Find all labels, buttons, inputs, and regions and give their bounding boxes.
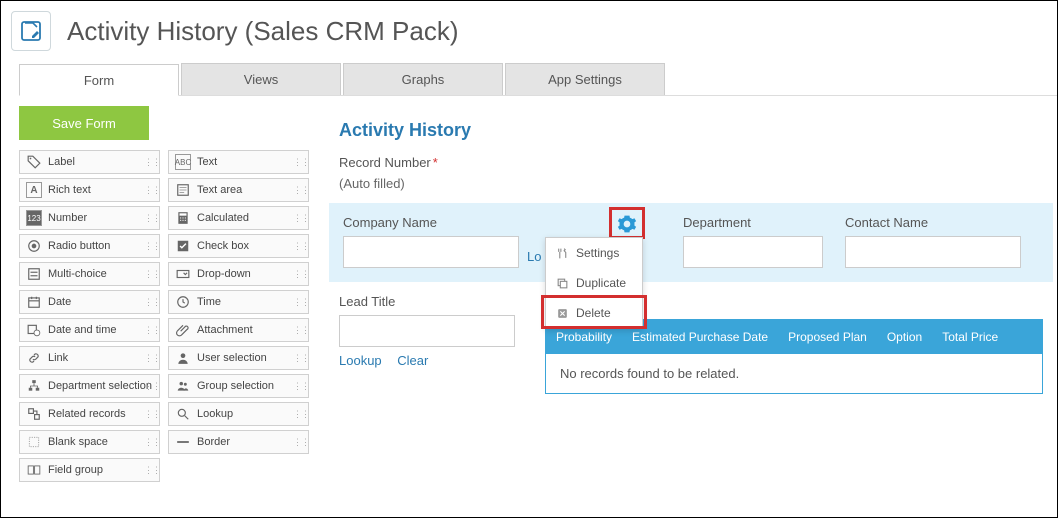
auto-filled-text: (Auto filled) xyxy=(339,176,1043,191)
palette-related-records[interactable]: Related records⋮⋮ xyxy=(19,402,160,426)
col-probability[interactable]: Probability xyxy=(546,330,622,344)
textarea-icon xyxy=(175,182,191,198)
palette-calculated[interactable]: Calculated⋮⋮ xyxy=(168,206,309,230)
section-title: Activity History xyxy=(339,120,1043,141)
selected-field-row[interactable]: Company Name Department Contact Name Lo xyxy=(329,203,1053,282)
duplicate-icon xyxy=(554,277,570,290)
palette-rich-text[interactable]: ARich text⋮⋮ xyxy=(19,178,160,202)
tag-icon xyxy=(26,154,42,170)
paperclip-icon xyxy=(175,322,191,338)
form-canvas: Activity History Record Number* (Auto fi… xyxy=(309,106,1057,394)
tab-views[interactable]: Views xyxy=(181,63,341,95)
menu-item-settings[interactable]: Settings xyxy=(546,238,642,268)
table-empty-message: No records found to be related. xyxy=(546,354,1042,393)
palette-text[interactable]: ABCText⋮⋮ xyxy=(168,150,309,174)
palette-date[interactable]: Date⋮⋮ xyxy=(19,290,160,314)
palette-number[interactable]: 123Number⋮⋮ xyxy=(19,206,160,230)
lookup-link[interactable]: Lookup xyxy=(339,353,382,368)
department-label: Department xyxy=(683,215,823,230)
delete-icon xyxy=(554,307,570,320)
palette-time[interactable]: Time⋮⋮ xyxy=(168,290,309,314)
palette-multi-choice[interactable]: Multi-choice⋮⋮ xyxy=(19,262,160,286)
lead-title-input[interactable] xyxy=(339,315,515,347)
letter-a-icon: A xyxy=(26,182,42,198)
company-name-label: Company Name xyxy=(343,215,519,230)
palette-lookup[interactable]: Lookup⋮⋮ xyxy=(168,402,309,426)
search-icon xyxy=(175,406,191,422)
datetime-icon xyxy=(26,322,42,338)
palette-text-area[interactable]: Text area⋮⋮ xyxy=(168,178,309,202)
sidebar: Save Form Label⋮⋮ ABCText⋮⋮ ARich text⋮⋮… xyxy=(19,106,309,482)
menu-item-delete[interactable]: Delete xyxy=(546,298,642,328)
checkbox-icon xyxy=(175,238,191,254)
field-context-menu: Settings Duplicate Delete xyxy=(545,237,643,329)
app-icon xyxy=(11,11,51,51)
blank-icon xyxy=(26,434,42,450)
dropdown-icon xyxy=(175,266,191,282)
org-icon xyxy=(26,378,42,394)
palette-field-group[interactable]: Field group⋮⋮ xyxy=(19,458,160,482)
contact-name-input[interactable] xyxy=(845,236,1021,268)
lead-details-table: Probability Estimated Purchase Date Prop… xyxy=(545,319,1043,394)
wrench-icon xyxy=(554,247,570,260)
palette-group-selection[interactable]: Group selection⋮⋮ xyxy=(168,374,309,398)
list-icon xyxy=(26,266,42,282)
calculator-icon xyxy=(175,210,191,226)
tab-graphs[interactable]: Graphs xyxy=(343,63,503,95)
palette-user-selection[interactable]: User selection⋮⋮ xyxy=(168,346,309,370)
palette-label[interactable]: Label⋮⋮ xyxy=(19,150,160,174)
clock-icon xyxy=(175,294,191,310)
tab-form[interactable]: Form xyxy=(19,64,179,96)
col-proposed-plan[interactable]: Proposed Plan xyxy=(778,330,877,344)
user-icon xyxy=(175,350,191,366)
company-name-input[interactable] xyxy=(343,236,519,268)
field-settings-gear-button[interactable] xyxy=(613,211,641,237)
group-field-icon xyxy=(26,462,42,478)
border-icon xyxy=(175,434,191,450)
record-number-label: Record Number* xyxy=(339,155,1043,170)
tab-bar: Form Views Graphs App Settings xyxy=(19,57,1057,96)
col-estimated-purchase-date[interactable]: Estimated Purchase Date xyxy=(622,330,778,344)
calendar-icon xyxy=(26,294,42,310)
palette-drop-down[interactable]: Drop-down⋮⋮ xyxy=(168,262,309,286)
clear-link[interactable]: Clear xyxy=(397,353,428,368)
palette-department-selection[interactable]: Department selection⋮⋮ xyxy=(19,374,160,398)
palette-link[interactable]: Link⋮⋮ xyxy=(19,346,160,370)
radio-icon xyxy=(26,238,42,254)
col-total-price[interactable]: Total Price xyxy=(932,330,1008,344)
palette-radio-button[interactable]: Radio button⋮⋮ xyxy=(19,234,160,258)
palette-check-box[interactable]: Check box⋮⋮ xyxy=(168,234,309,258)
department-input[interactable] xyxy=(683,236,823,268)
save-form-button[interactable]: Save Form xyxy=(19,106,149,140)
text-abc-icon: ABC xyxy=(175,154,191,170)
lead-title-label: Lead Title xyxy=(339,294,515,309)
number-icon: 123 xyxy=(26,210,42,226)
palette-blank-space[interactable]: Blank space⋮⋮ xyxy=(19,430,160,454)
palette-attachment[interactable]: Attachment⋮⋮ xyxy=(168,318,309,342)
link-icon xyxy=(26,350,42,366)
col-option[interactable]: Option xyxy=(877,330,932,344)
tab-app-settings[interactable]: App Settings xyxy=(505,63,665,95)
palette-date-and-time[interactable]: Date and time⋮⋮ xyxy=(19,318,160,342)
group-icon xyxy=(175,378,191,394)
related-icon xyxy=(26,406,42,422)
page-title: Activity History (Sales CRM Pack) xyxy=(67,16,459,47)
palette-border[interactable]: Border⋮⋮ xyxy=(168,430,309,454)
contact-name-label: Contact Name xyxy=(845,215,1021,230)
lookup-link-cutoff[interactable]: Lo xyxy=(527,249,541,264)
gear-icon xyxy=(617,214,637,234)
menu-item-duplicate[interactable]: Duplicate xyxy=(546,268,642,298)
